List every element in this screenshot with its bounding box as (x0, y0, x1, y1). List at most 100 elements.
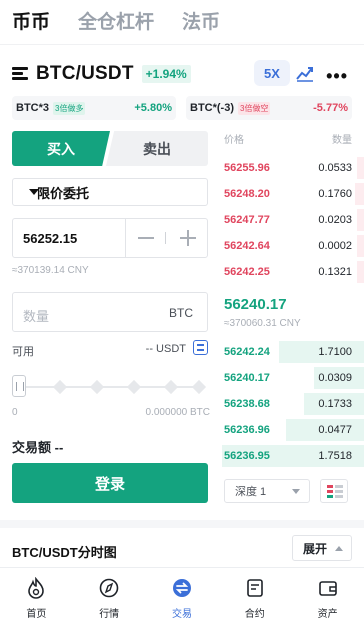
order-type-select[interactable]: 限价委托 (12, 178, 208, 206)
sell-tab[interactable]: 卖出 (106, 131, 208, 166)
order-qty: 0.0533 (318, 162, 352, 174)
order-price: 56248.20 (224, 188, 270, 200)
nav-contract[interactable]: 合约 (218, 568, 291, 629)
etf-tag: 3倍做空 (238, 101, 271, 115)
slider-handle[interactable] (12, 375, 26, 397)
order-qty: 0.0002 (318, 240, 352, 252)
order-qty: 0.1733 (318, 398, 352, 410)
nav-label: 首页 (26, 609, 47, 620)
qty-header: 数量 (332, 135, 352, 146)
slider-step[interactable] (52, 379, 68, 395)
depth-bar (357, 235, 364, 257)
amount-placeholder: 数量 (23, 309, 50, 324)
divider (0, 44, 364, 45)
depth-bar (355, 183, 364, 205)
etf-change: +5.80% (134, 102, 172, 114)
depth-bar (357, 209, 364, 231)
ask-row[interactable]: 56255.96 0.0533 (222, 157, 364, 179)
pair-change-badge: +1.94% (141, 65, 191, 83)
order-qty: 1.7100 (318, 346, 352, 358)
leverage-button[interactable]: 5X (254, 60, 290, 86)
slider-step[interactable] (163, 379, 179, 395)
order-type-value: 限价委托 (37, 185, 90, 201)
wallet-icon (318, 581, 337, 596)
etf-name: BTC*(-3) (190, 102, 234, 114)
bid-row[interactable]: 56236.96 0.0477 (222, 419, 364, 441)
menu-icon[interactable] (12, 67, 28, 81)
tab-spot[interactable]: 币币 (12, 7, 50, 34)
ask-row[interactable]: 56242.64 0.0002 (222, 235, 364, 257)
order-price: 56247.77 (224, 214, 270, 226)
bid-row[interactable]: 56240.17 0.0309 (222, 367, 364, 389)
slider-step[interactable] (191, 379, 207, 395)
kline-chart-icon[interactable] (296, 64, 314, 82)
chart-section-title: BTC/USDT分时图 (12, 545, 117, 560)
bid-row[interactable]: 56242.24 1.7100 (222, 341, 364, 363)
price-plus-button[interactable] (177, 227, 199, 249)
contract-icon (246, 579, 263, 597)
bid-row[interactable]: 56238.68 0.1733 (222, 393, 364, 415)
transfer-icon[interactable] (193, 340, 208, 355)
home-flame-icon (28, 577, 45, 599)
available-value: -- USDT (145, 343, 186, 355)
order-price: 56236.95 (224, 450, 270, 462)
nav-label: 合约 (244, 609, 265, 620)
nav-trade[interactable]: 交易 (146, 568, 219, 629)
etf-chip-short[interactable]: BTC*(-3) 3倍做空 -5.77% (186, 96, 352, 120)
etf-tag: 3倍做多 (53, 101, 86, 115)
top-tabs: 币币 全仓杠杆 法币 (0, 0, 364, 40)
order-price: 56236.96 (224, 424, 270, 436)
available-label: 可用 (12, 346, 34, 358)
price-cny: ≈370139.14 CNY (12, 265, 89, 276)
ask-row[interactable]: 56242.25 0.1321 (222, 261, 364, 283)
price-minus-button[interactable] (135, 227, 157, 249)
order-price: 56255.96 (224, 162, 270, 174)
expand-button[interactable]: 展开 (292, 535, 352, 561)
login-button[interactable]: 登录 (12, 463, 208, 503)
price-input[interactable]: 56252.15 (12, 218, 208, 258)
ask-row[interactable]: 56248.20 0.1760 (222, 183, 364, 205)
depth-bar (357, 261, 364, 283)
caret-down-icon (29, 189, 39, 195)
depth-bar (357, 157, 364, 179)
tab-margin[interactable]: 全仓杠杆 (78, 7, 154, 34)
order-qty: 0.1760 (318, 188, 352, 200)
nav-market[interactable]: 行情 (73, 568, 146, 629)
pair-name[interactable]: BTC/USDT (36, 63, 134, 85)
nav-label: 资产 (317, 609, 338, 620)
order-qty: 1.7518 (318, 450, 352, 462)
nav-home[interactable]: 首页 (0, 568, 73, 629)
order-price: 56242.64 (224, 240, 270, 252)
nav-label: 行情 (99, 609, 120, 620)
order-price: 56238.68 (224, 398, 270, 410)
slider-max: 0.000000 BTC (145, 407, 211, 418)
pair-header: BTC/USDT +1.94% 5X ••• (12, 60, 352, 88)
slider-step[interactable] (89, 379, 105, 395)
etf-chip-long[interactable]: BTC*3 3倍做多 +5.80% (12, 96, 176, 120)
nav-label: 交易 (171, 609, 192, 620)
slider-step[interactable] (126, 379, 142, 395)
trade-icon (172, 579, 191, 597)
ask-row[interactable]: 56247.77 0.0203 (222, 209, 364, 231)
depth-value: 深度 1 (235, 486, 267, 498)
depth-select[interactable]: 深度 1 (224, 479, 310, 503)
caret-up-icon (335, 546, 343, 551)
more-icon[interactable]: ••• (326, 66, 348, 87)
order-price: 56242.24 (224, 346, 270, 358)
amount-input[interactable]: 数量 BTC (12, 292, 208, 332)
order-price: 56242.25 (224, 266, 270, 278)
amount-slider[interactable] (12, 375, 208, 399)
bid-row[interactable]: 56236.95 1.7518 (222, 445, 364, 467)
order-qty: 0.0477 (318, 424, 352, 436)
etf-name: BTC*3 (16, 102, 50, 114)
etf-change: -5.77% (313, 102, 348, 114)
buy-tab[interactable]: 买入 (12, 131, 110, 166)
order-qty: 0.1321 (318, 266, 352, 278)
orderbook-layout-icon[interactable] (320, 479, 348, 503)
order-qty: 0.0203 (318, 214, 352, 226)
order-price: 56240.17 (224, 372, 270, 384)
nav-assets[interactable]: 资产 (291, 568, 364, 629)
tab-fiat[interactable]: 法币 (182, 7, 220, 34)
price-header: 价格 (224, 135, 244, 146)
market-compass-icon (99, 578, 119, 598)
